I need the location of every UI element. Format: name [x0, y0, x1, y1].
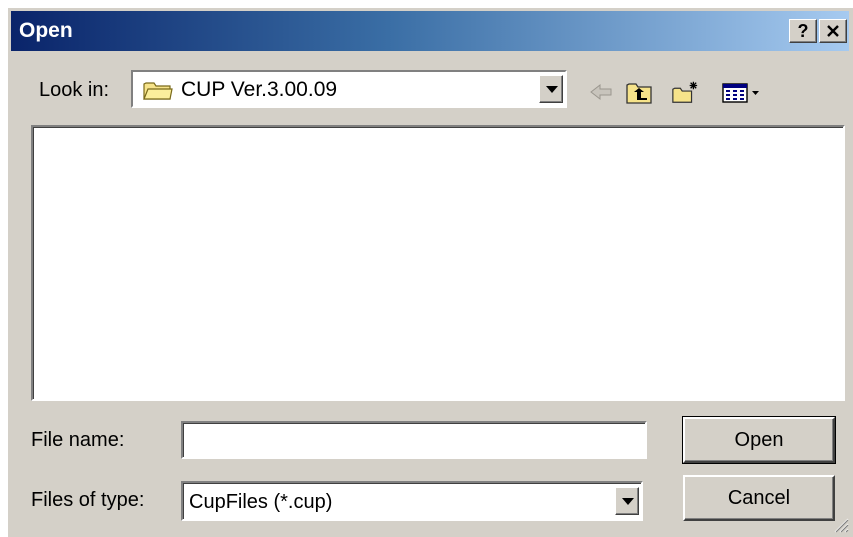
files-of-type-dropdown-button[interactable]: [615, 487, 639, 515]
file-name-label: File name:: [31, 429, 125, 451]
chevron-down-icon: [622, 498, 634, 505]
view-menu-icon[interactable]: [721, 79, 763, 105]
folder-icon: [143, 82, 173, 100]
files-of-type-value: CupFiles (*.cup): [189, 491, 333, 513]
back-arrow-icon[interactable]: [587, 79, 615, 105]
open-button[interactable]: Open: [682, 416, 836, 464]
up-one-level-icon[interactable]: [625, 79, 653, 105]
dialog-title: Open: [19, 19, 73, 42]
close-icon: [827, 25, 839, 37]
look-in-label: Look in:: [39, 79, 110, 101]
look-in-dropdown[interactable]: CUP Ver.3.00.09: [131, 70, 567, 108]
cancel-button[interactable]: Cancel: [683, 475, 835, 521]
file-list-view[interactable]: [31, 125, 845, 401]
look-in-dropdown-button[interactable]: [539, 75, 563, 103]
chevron-down-icon: [546, 86, 558, 93]
open-dialog: Open ? Look in: CUP Ver.3.00.09 File nam…: [8, 8, 853, 537]
files-of-type-dropdown[interactable]: CupFiles (*.cup): [181, 481, 643, 521]
help-button[interactable]: ?: [789, 19, 817, 43]
file-name-input[interactable]: [181, 421, 647, 459]
title-bar[interactable]: Open ?: [11, 11, 849, 51]
close-button[interactable]: [819, 19, 847, 43]
look-in-value: CUP Ver.3.00.09: [181, 78, 338, 101]
files-of-type-label: Files of type:: [31, 489, 145, 511]
create-new-folder-icon[interactable]: [671, 79, 699, 105]
resize-grip-icon[interactable]: [831, 515, 849, 533]
